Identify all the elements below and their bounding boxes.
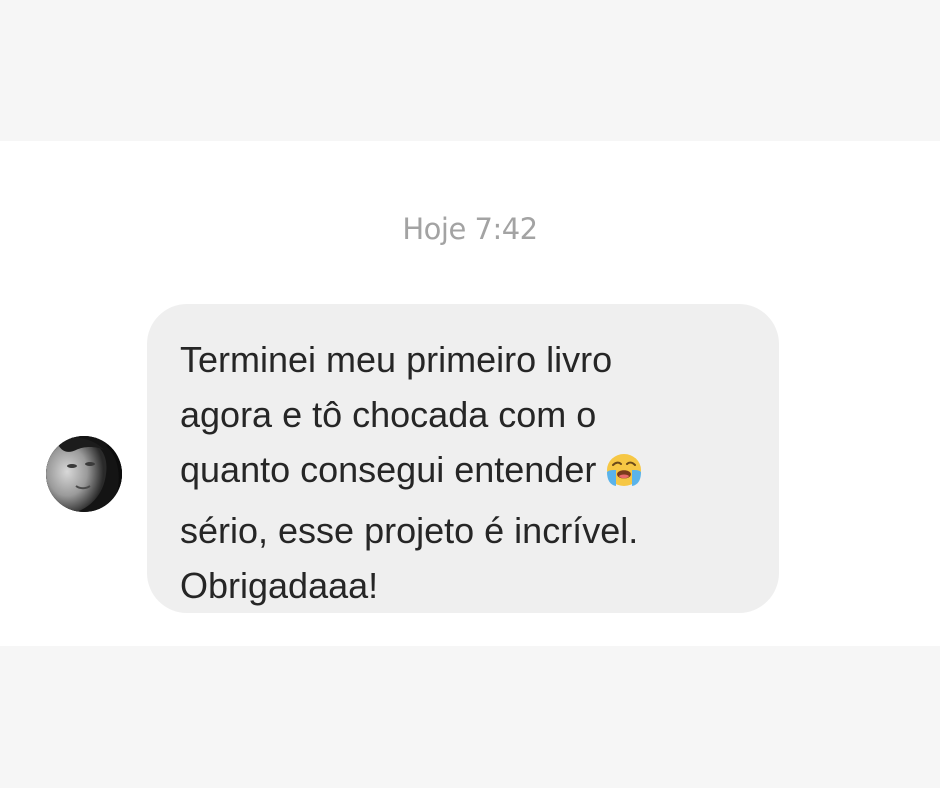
message-line: agora e tô chocada com o (180, 394, 597, 435)
message-line: Obrigadaaa! (180, 565, 379, 606)
message-line: sério, esse projeto é incrível. (180, 510, 639, 551)
message-bubble[interactable]: Terminei meu primeiro livro agora e tô c… (147, 304, 779, 613)
message-line-text: quanto consegui entender (180, 449, 597, 490)
message-timestamp: Hoje 7:42 (402, 212, 538, 246)
avatar[interactable] (46, 436, 122, 512)
avatar-photo (46, 436, 122, 512)
message-line-with-emoji: quanto consegui entender (180, 442, 759, 503)
loudly-crying-face-icon (604, 448, 644, 503)
message-line: Terminei meu primeiro livro (180, 339, 613, 380)
